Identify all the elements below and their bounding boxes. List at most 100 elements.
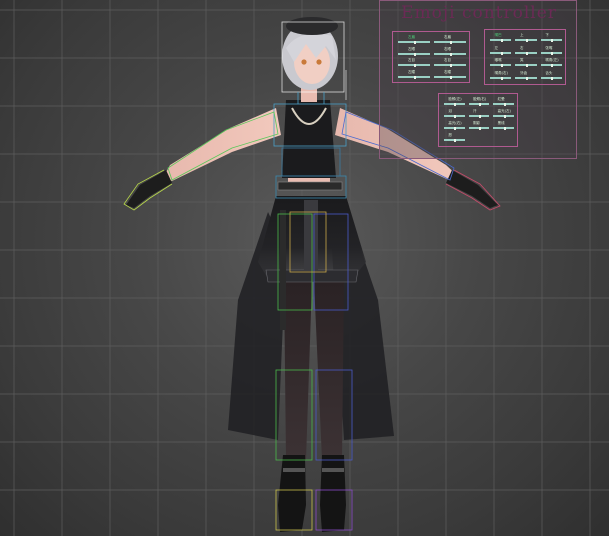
slider-knob[interactable] xyxy=(450,75,452,79)
controller-slider[interactable] xyxy=(444,103,465,106)
slider-knob[interactable] xyxy=(503,127,506,130)
slider-knob[interactable] xyxy=(478,115,481,118)
controller-slider[interactable] xyxy=(444,127,465,130)
slider-knob[interactable] xyxy=(500,39,503,42)
slider-knob[interactable] xyxy=(525,64,528,67)
controller-label: 左 xyxy=(494,45,499,50)
emoji-controller-panel[interactable]: Emoji controller 左眉 右眉 左眼 右眼 左目 右目 左瞳 右瞳 嘴巴 上 下左 右 张… xyxy=(379,0,577,159)
controller-label: 脸颊(左) xyxy=(448,97,462,101)
controller-label: 嘴角(左) xyxy=(545,58,559,62)
controller-label: 下 xyxy=(545,33,549,37)
controller-slider[interactable] xyxy=(398,75,430,79)
slider-knob[interactable] xyxy=(500,64,503,67)
slider-knob[interactable] xyxy=(551,39,554,42)
controller-slider[interactable] xyxy=(490,76,512,80)
controller-slider[interactable] xyxy=(515,51,537,55)
controller-label: 嘴巴 xyxy=(494,33,502,37)
controller-label: 脸颊(右) xyxy=(473,97,487,101)
controller-slider[interactable] xyxy=(490,39,512,42)
torso-top xyxy=(282,100,336,178)
controller-slider[interactable] xyxy=(434,64,466,67)
controller-label: 左目 xyxy=(408,58,415,62)
controller-slider[interactable] xyxy=(490,64,512,67)
slider-knob[interactable] xyxy=(551,76,554,80)
slider-knob[interactable] xyxy=(500,51,503,55)
controller-label: 黑线 xyxy=(497,121,505,125)
3d-viewport[interactable]: Emoji controller 左眉 右眉 左眼 右眼 左目 右目 左瞳 右瞳 嘴巴 上 下左 右 张… xyxy=(0,0,609,536)
controller-slider[interactable] xyxy=(515,64,537,67)
slider-knob[interactable] xyxy=(500,76,503,80)
controller-slider[interactable] xyxy=(515,76,537,80)
controller-slider[interactable] xyxy=(468,127,490,130)
controller-label: 红晕 xyxy=(497,97,505,101)
controller-label: 高光(右) xyxy=(448,121,462,125)
controller-slider[interactable] xyxy=(540,51,562,55)
controller-label: 牙齿 xyxy=(520,70,527,75)
controller-left-group[interactable]: 左眉 右眉 左眼 右眼 左目 右目 左瞳 右瞳 xyxy=(392,31,470,83)
controller-label: 右眼 xyxy=(444,46,451,51)
controller-label: 右瞳 xyxy=(444,69,451,74)
controller-slider[interactable] xyxy=(468,103,490,106)
controller-label: 上 xyxy=(520,33,524,37)
controller-label: 张嘴 xyxy=(545,45,553,50)
controller-label: 阴影 xyxy=(473,121,480,125)
slider-knob[interactable] xyxy=(450,41,452,44)
controller-slider[interactable] xyxy=(493,115,514,118)
right-boot xyxy=(320,455,346,532)
slider-knob[interactable] xyxy=(454,139,457,142)
controller-slider[interactable] xyxy=(434,52,466,56)
controller-label: 左眼 xyxy=(408,46,415,51)
controller-slider[interactable] xyxy=(515,39,537,42)
controller-slider[interactable] xyxy=(398,64,430,67)
slider-knob[interactable] xyxy=(525,51,528,55)
beret xyxy=(286,17,338,35)
left-arm xyxy=(163,108,281,181)
controller-label: 嘟嘴 xyxy=(494,58,502,62)
controller-label: 舌头 xyxy=(545,70,553,75)
slider-knob[interactable] xyxy=(414,52,416,56)
controller-label: 泪 xyxy=(448,109,452,113)
controller-label: 怒 xyxy=(448,133,452,137)
left-eye xyxy=(301,59,307,65)
left-glove xyxy=(126,170,172,208)
emoji-controller-title: Emoji controller xyxy=(401,3,557,23)
controller-slider[interactable] xyxy=(434,41,466,44)
slider-knob[interactable] xyxy=(414,64,416,67)
slider-knob[interactable] xyxy=(525,76,528,80)
controller-label: 左眉 xyxy=(408,35,415,39)
slider-knob[interactable] xyxy=(450,64,452,67)
controller-slider[interactable] xyxy=(434,75,466,79)
controller-slider[interactable] xyxy=(444,115,465,118)
controller-label: 笑 xyxy=(520,58,524,62)
controller-slider[interactable] xyxy=(493,103,514,106)
slider-knob[interactable] xyxy=(525,39,528,42)
controller-right-group[interactable]: 嘴巴 上 下左 右 张嘴 嘟嘴 笑 嘴角(左) 嘴角(右) 牙齿 舌头 xyxy=(484,29,566,85)
controller-slider[interactable] xyxy=(540,39,562,42)
slider-knob[interactable] xyxy=(551,64,554,67)
controller-slider[interactable] xyxy=(540,76,562,80)
controller-label: 右眉 xyxy=(444,35,451,39)
slider-knob[interactable] xyxy=(478,127,481,130)
right-boot-strap xyxy=(322,468,344,472)
slider-knob[interactable] xyxy=(454,127,457,130)
slider-knob[interactable] xyxy=(454,103,457,106)
slider-knob[interactable] xyxy=(414,41,416,44)
slider-knob[interactable] xyxy=(414,75,416,79)
controller-slider[interactable] xyxy=(398,41,430,44)
controller-slider[interactable] xyxy=(493,127,514,130)
controller-slider[interactable] xyxy=(490,51,512,55)
controller-slider[interactable] xyxy=(540,64,562,67)
controller-slider[interactable] xyxy=(444,139,465,142)
slider-knob[interactable] xyxy=(551,51,554,55)
controller-slider[interactable] xyxy=(398,52,430,56)
slider-knob[interactable] xyxy=(503,103,506,106)
controller-slider[interactable] xyxy=(468,115,490,118)
right-eye xyxy=(316,59,322,65)
slider-knob[interactable] xyxy=(454,115,457,118)
left-boot-strap xyxy=(283,468,305,472)
controller-label: 高光(左) xyxy=(497,109,511,113)
slider-knob[interactable] xyxy=(478,103,481,106)
slider-knob[interactable] xyxy=(450,52,452,56)
slider-knob[interactable] xyxy=(503,115,506,118)
controller-bottom-group[interactable]: 脸颊(左) 脸颊(右) 红晕泪 汗 高光(左) 高光(右) 阴影 黑线怒 xyxy=(438,93,518,147)
